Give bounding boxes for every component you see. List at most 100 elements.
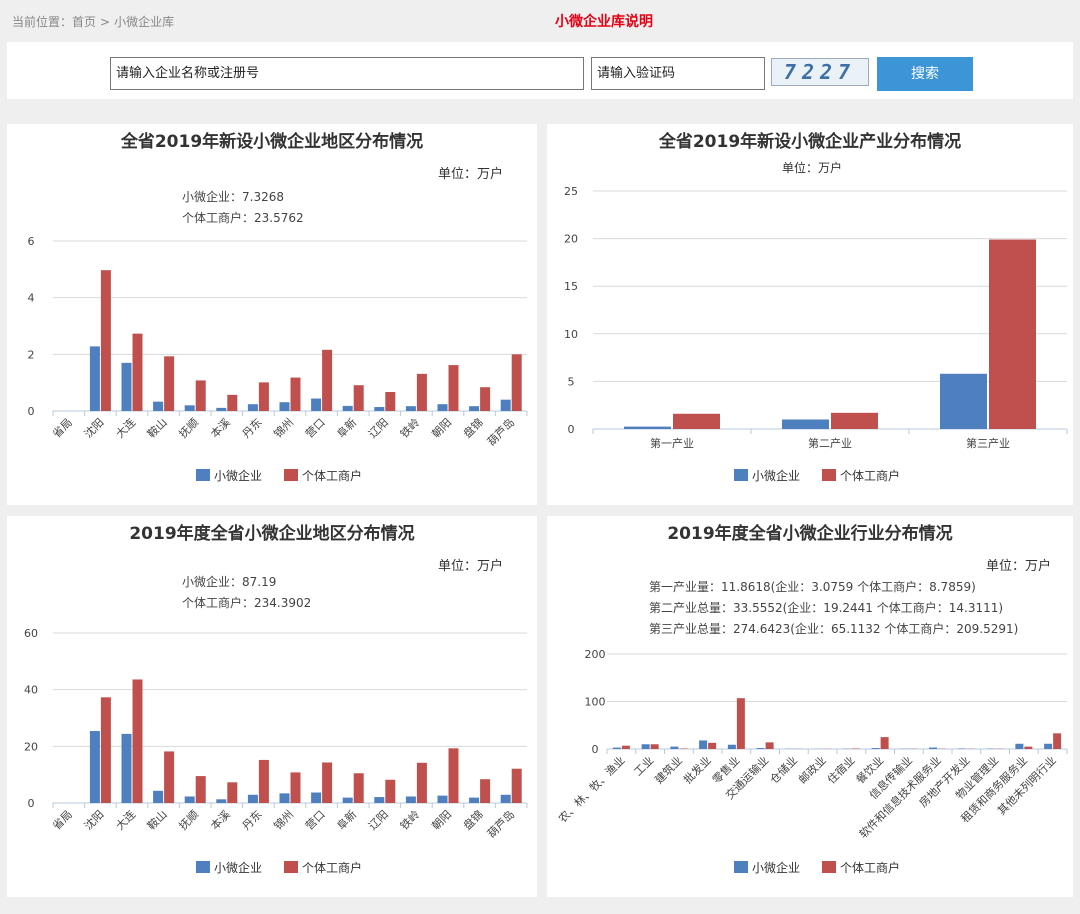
bar-individual[interactable] [132, 679, 143, 803]
bar-individual[interactable] [416, 762, 427, 803]
bar-small-enterprise[interactable] [727, 744, 736, 749]
bar-small-enterprise[interactable] [311, 792, 322, 803]
bar-individual[interactable] [322, 349, 333, 411]
legend-label[interactable]: 个体工商户 [302, 468, 362, 483]
bar-individual[interactable] [416, 373, 427, 411]
bar-individual[interactable] [480, 387, 491, 411]
bar-individual[interactable] [322, 762, 333, 803]
bar-individual[interactable] [290, 772, 301, 803]
bar-small-enterprise[interactable] [500, 794, 511, 803]
bar-individual[interactable] [100, 270, 111, 411]
bar-small-enterprise[interactable] [342, 405, 353, 411]
legend-swatch[interactable] [196, 469, 210, 481]
bar-small-enterprise[interactable] [184, 405, 195, 411]
bar-small-enterprise[interactable] [500, 399, 511, 411]
bar-small-enterprise[interactable] [929, 747, 938, 749]
bar-small-enterprise[interactable] [279, 793, 290, 803]
bar-individual[interactable] [708, 742, 717, 749]
bar-small-enterprise[interactable] [699, 740, 708, 749]
bar-individual[interactable] [164, 356, 175, 411]
bar-individual[interactable] [650, 744, 659, 749]
bar-small-enterprise[interactable] [437, 795, 448, 803]
bar-individual[interactable] [736, 698, 745, 749]
bar-individual[interactable] [448, 748, 459, 803]
bar-individual[interactable] [258, 759, 269, 803]
bar-small-enterprise[interactable] [871, 748, 880, 749]
breadcrumb-home[interactable]: 首页 [72, 15, 96, 29]
legend-swatch[interactable] [284, 861, 298, 873]
bar-small-enterprise[interactable] [670, 746, 679, 749]
bar-individual[interactable] [511, 354, 522, 411]
legend-label[interactable]: 小微企业 [752, 468, 800, 483]
bar-individual[interactable] [1024, 746, 1033, 749]
bar-individual[interactable] [880, 737, 889, 749]
legend-swatch[interactable] [196, 861, 210, 873]
bar-small-enterprise[interactable] [437, 404, 448, 411]
legend-swatch[interactable] [822, 861, 836, 873]
bar-small-enterprise[interactable] [374, 797, 385, 803]
bar-small-enterprise[interactable] [624, 426, 671, 429]
bar-small-enterprise[interactable] [247, 794, 258, 803]
library-description-link[interactable]: 小微企业库说明 [555, 11, 653, 31]
bar-small-enterprise[interactable] [469, 406, 480, 411]
legend-label[interactable]: 小微企业 [214, 468, 262, 483]
legend-label[interactable]: 个体工商户 [840, 860, 900, 875]
bar-individual[interactable] [448, 365, 459, 411]
bar-small-enterprise[interactable] [1044, 743, 1053, 749]
bar-small-enterprise[interactable] [782, 419, 829, 429]
bar-small-enterprise[interactable] [121, 733, 132, 803]
bar-small-enterprise[interactable] [641, 744, 650, 749]
legend-swatch[interactable] [734, 861, 748, 873]
bar-small-enterprise[interactable] [184, 796, 195, 803]
bar-small-enterprise[interactable] [374, 407, 385, 411]
bar-small-enterprise[interactable] [89, 346, 100, 411]
bar-individual[interactable] [258, 382, 269, 411]
bar-small-enterprise[interactable] [279, 402, 290, 411]
legend-label[interactable]: 小微企业 [752, 860, 800, 875]
bar-small-enterprise[interactable] [612, 747, 621, 749]
bar-small-enterprise[interactable] [342, 797, 353, 803]
bar-individual[interactable] [353, 385, 364, 411]
bar-small-enterprise[interactable] [247, 404, 258, 411]
bar-individual[interactable] [100, 697, 111, 803]
bar-small-enterprise[interactable] [216, 799, 227, 803]
bar-individual[interactable] [480, 779, 491, 803]
bar-individual[interactable] [385, 779, 396, 803]
captcha-image[interactable]: 7227 [771, 58, 869, 86]
bar-small-enterprise[interactable] [756, 748, 765, 749]
legend-swatch[interactable] [822, 469, 836, 481]
bar-individual[interactable] [195, 380, 206, 411]
bar-individual[interactable] [227, 782, 238, 803]
bar-small-enterprise[interactable] [469, 797, 480, 803]
bar-individual[interactable] [290, 377, 301, 411]
legend-label[interactable]: 个体工商户 [840, 468, 900, 483]
bar-small-enterprise[interactable] [153, 401, 164, 411]
bar-individual[interactable] [195, 776, 206, 803]
bar-small-enterprise[interactable] [89, 731, 100, 803]
bar-individual[interactable] [989, 239, 1036, 429]
legend-label[interactable]: 小微企业 [214, 860, 262, 875]
legend-swatch[interactable] [284, 469, 298, 481]
search-button[interactable]: 搜索 [877, 57, 973, 91]
bar-small-enterprise[interactable] [1015, 743, 1024, 749]
bar-small-enterprise[interactable] [940, 373, 987, 429]
legend-swatch[interactable] [734, 469, 748, 481]
bar-small-enterprise[interactable] [311, 398, 322, 411]
bar-individual[interactable] [673, 413, 720, 429]
bar-individual[interactable] [132, 333, 143, 411]
bar-individual[interactable] [1053, 733, 1062, 749]
bar-individual[interactable] [831, 412, 878, 429]
enterprise-name-input[interactable] [110, 57, 584, 90]
bar-individual[interactable] [227, 394, 238, 411]
bar-small-enterprise[interactable] [405, 406, 416, 411]
verification-code-input[interactable] [591, 57, 765, 90]
bar-individual[interactable] [385, 392, 396, 411]
legend-label[interactable]: 个体工商户 [302, 860, 362, 875]
bar-individual[interactable] [765, 742, 774, 749]
bar-individual[interactable] [164, 751, 175, 803]
bar-small-enterprise[interactable] [153, 790, 164, 803]
bar-small-enterprise[interactable] [121, 362, 132, 411]
bar-small-enterprise[interactable] [405, 796, 416, 803]
bar-individual[interactable] [511, 768, 522, 803]
bar-individual[interactable] [353, 773, 364, 803]
